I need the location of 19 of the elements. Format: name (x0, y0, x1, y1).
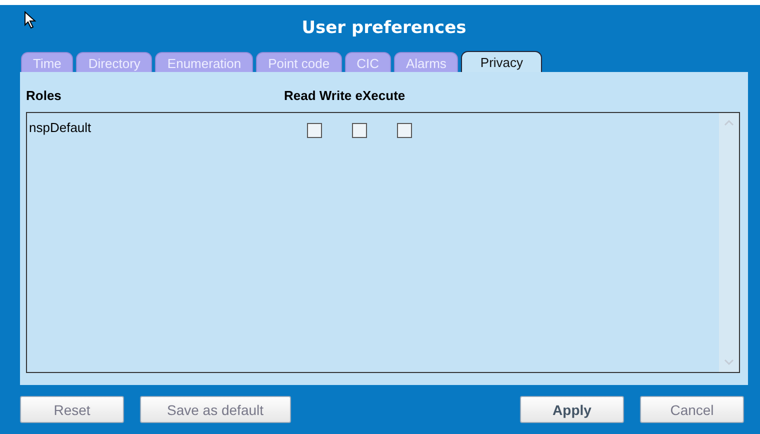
role-name: nspDefault (29, 120, 92, 135)
checkbox[interactable] (397, 123, 412, 138)
tab[interactable]: Time (21, 52, 74, 72)
pointer-cursor-icon (24, 11, 36, 29)
checkbox[interactable] (307, 123, 322, 138)
column-header: Read Write eXecute (284, 88, 406, 102)
button[interactable]: Cancel (640, 396, 744, 423)
tab[interactable]: Point code (256, 52, 342, 72)
button[interactable]: Apply (520, 396, 624, 423)
checkbox[interactable] (352, 123, 367, 138)
tab[interactable]: Enumeration (155, 52, 254, 72)
tab[interactable]: Privacy (461, 51, 542, 72)
tab[interactable]: Alarms (394, 52, 458, 72)
window-title: User preferences (302, 18, 466, 38)
column-header: Roles (26, 88, 62, 102)
tab[interactable]: Directory (76, 52, 152, 72)
tab[interactable]: CIC (344, 52, 391, 72)
button[interactable]: Reset (20, 396, 124, 423)
button[interactable]: Save as default (140, 396, 291, 423)
